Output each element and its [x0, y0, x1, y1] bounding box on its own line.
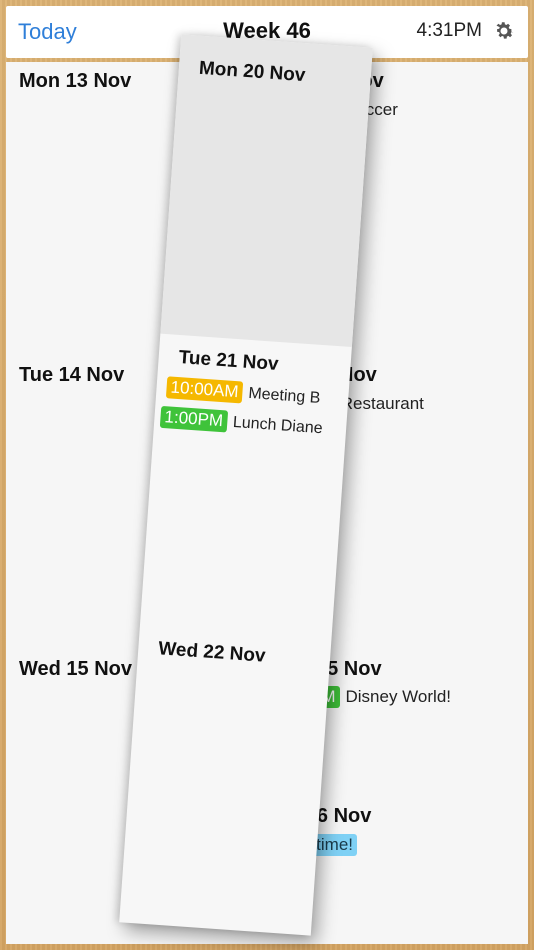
event-title: Meeting B: [247, 384, 321, 407]
event-title: Disney World!: [345, 687, 452, 706]
restaurant-title: Restaurant: [340, 394, 424, 413]
day-header-wed-15[interactable]: Wed 15 Nov: [19, 658, 132, 681]
event-time-tag: 10:00AM: [165, 376, 244, 404]
event-title: Lunch Diane: [232, 413, 324, 438]
event-meeting[interactable]: 10:00AM Meeting B: [165, 376, 321, 409]
event-time-tag: 1:00PM: [159, 405, 228, 433]
gear-icon[interactable]: [492, 19, 516, 43]
day-header-mon-13[interactable]: Mon 13 Nov: [19, 70, 131, 93]
current-time: 4:31PM: [416, 20, 482, 41]
day-header-wed-22[interactable]: Wed 22 Nov: [158, 638, 267, 667]
day-header-tue-21[interactable]: Tue 21 Nov: [178, 347, 279, 376]
day-header-tue-14[interactable]: Tue 14 Nov: [19, 364, 124, 387]
event-lunch[interactable]: 1:00PM Lunch Diane: [159, 405, 324, 439]
